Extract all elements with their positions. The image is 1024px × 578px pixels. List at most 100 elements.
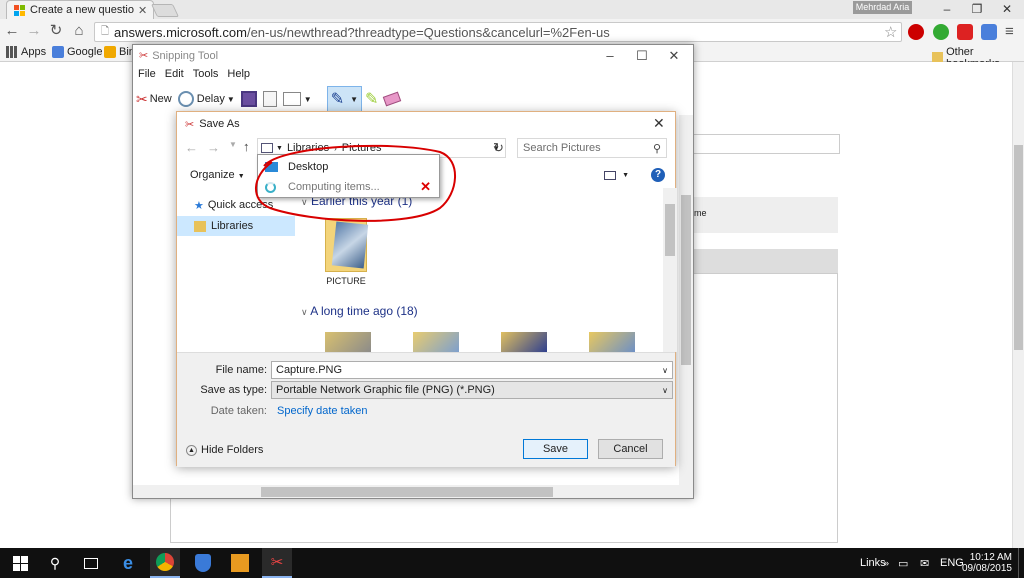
dialog-footer: File name: Capture.PNG ∨ Save as type: P… (177, 352, 675, 467)
address-bar[interactable]: 🗋 answers.microsoft.com/en-us/newthread?… (94, 22, 902, 42)
folder-picture[interactable]: PICTURE (319, 218, 373, 286)
chevron-down-icon: ∨ (301, 307, 308, 317)
save-type-select[interactable]: Portable Network Graphic file (PNG) (*.P… (271, 381, 673, 399)
show-desktop-button[interactable] (1018, 548, 1024, 578)
bookmark-apps[interactable]: Apps (6, 46, 46, 58)
home-icon[interactable]: ⌂ (70, 22, 88, 40)
menu-edit[interactable]: Edit (161, 68, 188, 84)
file-thumbnail[interactable] (325, 332, 371, 352)
bing-icon (104, 46, 116, 58)
delay-label: Delay (196, 93, 225, 105)
file-thumbnail[interactable] (501, 332, 547, 352)
snip-horizontal-thumb[interactable] (261, 487, 553, 497)
up-icon[interactable]: ↑ (243, 139, 250, 154)
tab-close-icon[interactable]: ✕ (138, 4, 147, 17)
pocket-extension-icon[interactable] (957, 24, 973, 40)
chevron-down-icon: ∨ (662, 385, 668, 395)
translate-extension-icon[interactable] (981, 24, 997, 40)
snip-title: Snipping Tool (152, 49, 219, 62)
menu-help[interactable]: Help (223, 68, 254, 84)
save-button[interactable]: Save (523, 439, 588, 459)
menu-file[interactable]: File (134, 68, 160, 84)
help-icon[interactable]: ? (651, 168, 665, 182)
forward-icon[interactable]: → (25, 22, 43, 40)
bookmark-bing[interactable]: Bin (104, 46, 135, 58)
file-name-input[interactable]: Capture.PNG ∨ (271, 361, 673, 379)
search-icon[interactable]: ⚲ (40, 548, 70, 578)
nav-label: Libraries (211, 220, 254, 232)
file-thumbnail[interactable] (413, 332, 459, 352)
folder-label: PICTURE (326, 276, 366, 286)
page-text: me (694, 208, 707, 218)
file-list-scroll-thumb[interactable] (665, 204, 675, 256)
paint-app-icon[interactable] (225, 548, 255, 578)
copy-button[interactable] (260, 86, 280, 112)
windows-icon (12, 555, 28, 571)
page-scrollbar-thumb[interactable] (1014, 145, 1023, 350)
snip-maximize-icon[interactable]: ☐ (627, 48, 657, 64)
snipping-tool-icon[interactable]: ✂ (262, 548, 292, 578)
chevron-down-icon: ▼ (226, 94, 235, 104)
pen-button[interactable]: ✎ ▼ (326, 86, 363, 112)
date-taken-link[interactable]: Specify date taken (277, 405, 368, 417)
view-options-button[interactable]: ▼ (604, 170, 629, 180)
pen-icon: ✎ (330, 91, 345, 108)
close-window-icon[interactable]: ✕ (992, 0, 1022, 19)
dialog-title: Save As (199, 118, 240, 130)
tray-language[interactable]: ENG (940, 548, 964, 578)
chevron-down-icon: ▼ (303, 94, 312, 104)
refresh-icon[interactable]: ↻ (493, 140, 504, 156)
menu-tools[interactable]: Tools (189, 68, 223, 84)
tray-links[interactable]: Links (860, 548, 886, 578)
task-view-icon[interactable] (76, 548, 106, 578)
minimize-icon[interactable]: – (932, 0, 962, 19)
chevron-up-icon: ▲ (186, 444, 197, 456)
send-snip-button[interactable]: ▼ (280, 86, 315, 112)
delay-button[interactable]: Delay ▼ (175, 86, 238, 112)
reload-icon[interactable]: ↻ (47, 22, 65, 40)
maximize-icon[interactable]: ❐ (962, 0, 992, 19)
group-header-long-ago[interactable]: ∨ A long time ago (18) (301, 304, 418, 318)
highlighter-icon: ✎ (365, 91, 379, 108)
url-host: answers.microsoft.com (114, 24, 247, 40)
profile-badge[interactable]: Mehrdad Aria (853, 1, 912, 14)
snip-close-icon[interactable]: ✕ (659, 48, 689, 64)
file-thumbnail[interactable] (589, 332, 635, 352)
eraser-button[interactable] (381, 86, 403, 112)
organize-button[interactable]: Organize ▼ (190, 169, 245, 181)
back-icon[interactable]: ← (3, 22, 21, 40)
bookmark-star-icon[interactable]: ☆ (884, 23, 897, 41)
edge-icon[interactable]: e (113, 548, 143, 578)
forward-icon[interactable]: → (207, 140, 220, 155)
chevron-down-icon: ▼ (237, 173, 245, 180)
recent-chevron-icon[interactable]: ▼ (229, 140, 237, 149)
snip-minimize-icon[interactable]: – (595, 48, 625, 63)
chrome-icon[interactable] (150, 548, 180, 578)
cancel-button[interactable]: Cancel (598, 439, 663, 459)
save-snip-button[interactable] (238, 86, 260, 112)
start-button[interactable] (5, 548, 35, 578)
tray-message-icon[interactable]: ✉ (920, 548, 929, 578)
opera-extension-icon[interactable] (908, 24, 924, 40)
tray-network-icon[interactable]: ▭ (898, 548, 908, 578)
highlighter-button[interactable]: ✎ (362, 86, 381, 112)
search-input[interactable]: Search Pictures ⚲ (517, 138, 667, 158)
dialog-close-icon[interactable]: ✕ (653, 115, 665, 132)
clock-time: 10:12 AM (969, 552, 1012, 563)
clock-icon (177, 91, 194, 107)
new-snip-button[interactable]: ✂ New (133, 86, 175, 112)
tray-clock[interactable]: 10:12 AM 09/08/2015 (962, 548, 1012, 578)
browser-tab[interactable]: Create a new question or ✕ (6, 0, 154, 19)
bookmark-google[interactable]: Google (52, 46, 102, 58)
tray-chevron-icon[interactable]: » (884, 548, 889, 578)
save-type-label: Save as type: (200, 384, 267, 396)
snip-vertical-thumb[interactable] (681, 195, 691, 365)
hide-folders-button[interactable]: ▲ Hide Folders (186, 444, 263, 456)
chrome-menu-icon[interactable]: ≡ (1005, 23, 1014, 40)
scissors-icon: ✂ (185, 118, 195, 131)
folder-thumbnail-icon (325, 218, 369, 272)
green-extension-icon[interactable] (933, 24, 949, 40)
shield-app-icon[interactable] (188, 548, 218, 578)
chevron-down-icon[interactable]: ∨ (662, 366, 668, 375)
back-icon[interactable]: ← (185, 140, 198, 155)
